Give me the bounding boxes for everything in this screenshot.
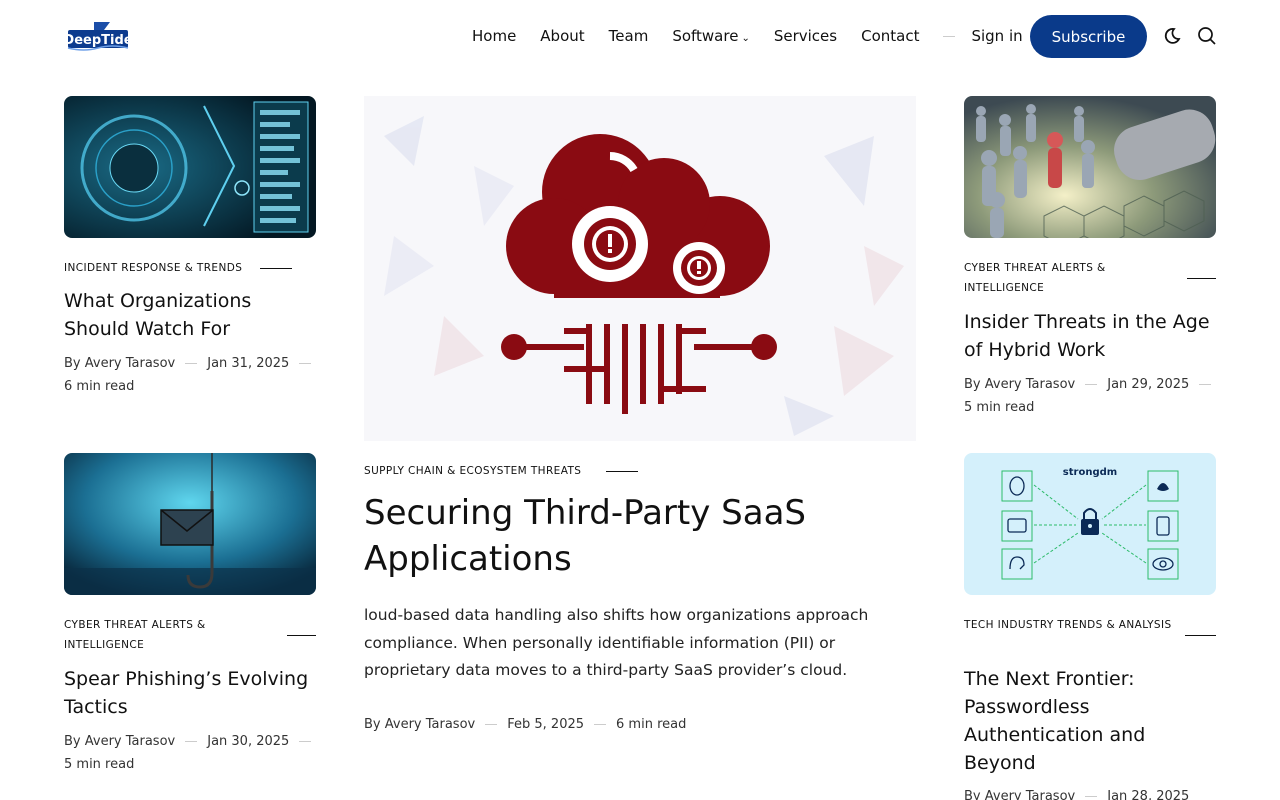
dark-mode-icon[interactable]: [1162, 26, 1182, 46]
category-divider: [606, 471, 638, 472]
meta-divider: [1085, 384, 1098, 385]
article-author[interactable]: By Avery Tarasov: [64, 356, 175, 371]
article-image-passwordless[interactable]: strongdm: [964, 453, 1216, 595]
nav-services[interactable]: Services: [774, 27, 837, 45]
site-logo[interactable]: DeepTide: [63, 18, 133, 54]
nav-home[interactable]: Home: [472, 27, 516, 45]
article-author[interactable]: By Avery Tarasov: [364, 717, 475, 732]
article-image-insider[interactable]: [964, 96, 1216, 238]
meta-divider: [1199, 384, 1212, 385]
article-category[interactable]: Tech Industry Trends & Analysis: [964, 615, 1174, 635]
category-divider: [260, 268, 292, 269]
meta-divider: [1085, 796, 1098, 797]
signin-link[interactable]: Sign in: [971, 27, 1022, 45]
nav-contact[interactable]: Contact: [861, 27, 919, 45]
category-divider: [1187, 278, 1216, 279]
article-category[interactable]: Cyber Threat Alerts & Intelligence: [964, 258, 1174, 298]
article-date: Jan 30, 2025: [207, 734, 290, 749]
article-author[interactable]: By Avery Tarasov: [64, 734, 175, 749]
svg-text:DeepTide: DeepTide: [64, 33, 130, 48]
article-title[interactable]: Insider Threats in the Age of Hybrid Wor…: [964, 308, 1220, 364]
article-author[interactable]: By Avery Tarasov: [964, 789, 1075, 800]
featured-image-cloud[interactable]: [364, 96, 916, 441]
meta-divider: [299, 741, 312, 742]
article-category[interactable]: Incident Response & Trends: [64, 258, 242, 278]
article-image-dashboard[interactable]: [64, 96, 316, 238]
article-read-time: 6 min read: [616, 717, 687, 732]
article-date: Jan 31, 2025: [207, 356, 290, 371]
category-divider: [287, 635, 316, 636]
main-nav: Home About Team Software ⌄ Services Conta…: [472, 26, 1023, 46]
article-date: Jan 29, 2025: [1107, 377, 1190, 392]
nav-software-label: Software: [672, 27, 739, 45]
article-title[interactable]: Spear Phishing’s Evolving Tactics: [64, 665, 316, 721]
nav-team[interactable]: Team: [609, 27, 649, 45]
meta-divider: [185, 363, 198, 364]
nav-software[interactable]: Software ⌄: [672, 27, 750, 45]
article-read-time: 5 min read: [964, 400, 1035, 415]
meta-divider: [299, 363, 312, 364]
article-date: Feb 5, 2025: [507, 717, 585, 732]
article-read-time: 6 min read: [64, 379, 135, 394]
article-meta: By Avery Tarasov Jan 31, 2025: [64, 356, 321, 371]
category-divider: [1185, 635, 1216, 636]
article-author[interactable]: By Avery Tarasov: [964, 377, 1075, 392]
featured-title[interactable]: Securing Third-Party SaaS Applications: [364, 490, 924, 582]
article-date: Jan 28, 2025: [1107, 789, 1190, 800]
meta-divider: [485, 724, 498, 725]
featured-category[interactable]: Supply Chain & Ecosystem Threats: [364, 461, 581, 481]
article-image-phishing[interactable]: [64, 453, 316, 595]
strongdm-logo-text: strongdm: [1063, 467, 1117, 478]
meta-divider: [594, 724, 607, 725]
site-header: DeepTide Home About Team Software ⌄ Servi…: [0, 0, 1280, 72]
featured-excerpt: loud-based data handling also shifts how…: [364, 606, 869, 679]
nav-divider: [943, 35, 956, 37]
article-title[interactable]: The Next Frontier: Passwordless Authenti…: [964, 665, 1216, 777]
article-read-time: 5 min read: [64, 757, 135, 772]
subscribe-button[interactable]: Subscribe: [1030, 15, 1147, 58]
meta-divider: [185, 741, 198, 742]
search-icon[interactable]: [1197, 26, 1217, 46]
chevron-down-icon: ⌄: [741, 33, 750, 44]
article-title[interactable]: What Organizations Should Watch For: [64, 287, 320, 343]
article-meta: By Avery Tarasov Jan 28, 2025: [964, 789, 1189, 800]
article-meta: By Avery Tarasov Jan 30, 2025: [64, 734, 321, 749]
article-category[interactable]: Cyber Threat Alerts & Intelligence: [64, 615, 274, 655]
featured-meta: By Avery Tarasov Feb 5, 2025 6 min read: [364, 717, 686, 732]
article-meta: By Avery Tarasov Jan 29, 2025: [964, 377, 1221, 392]
nav-about[interactable]: About: [540, 27, 584, 45]
